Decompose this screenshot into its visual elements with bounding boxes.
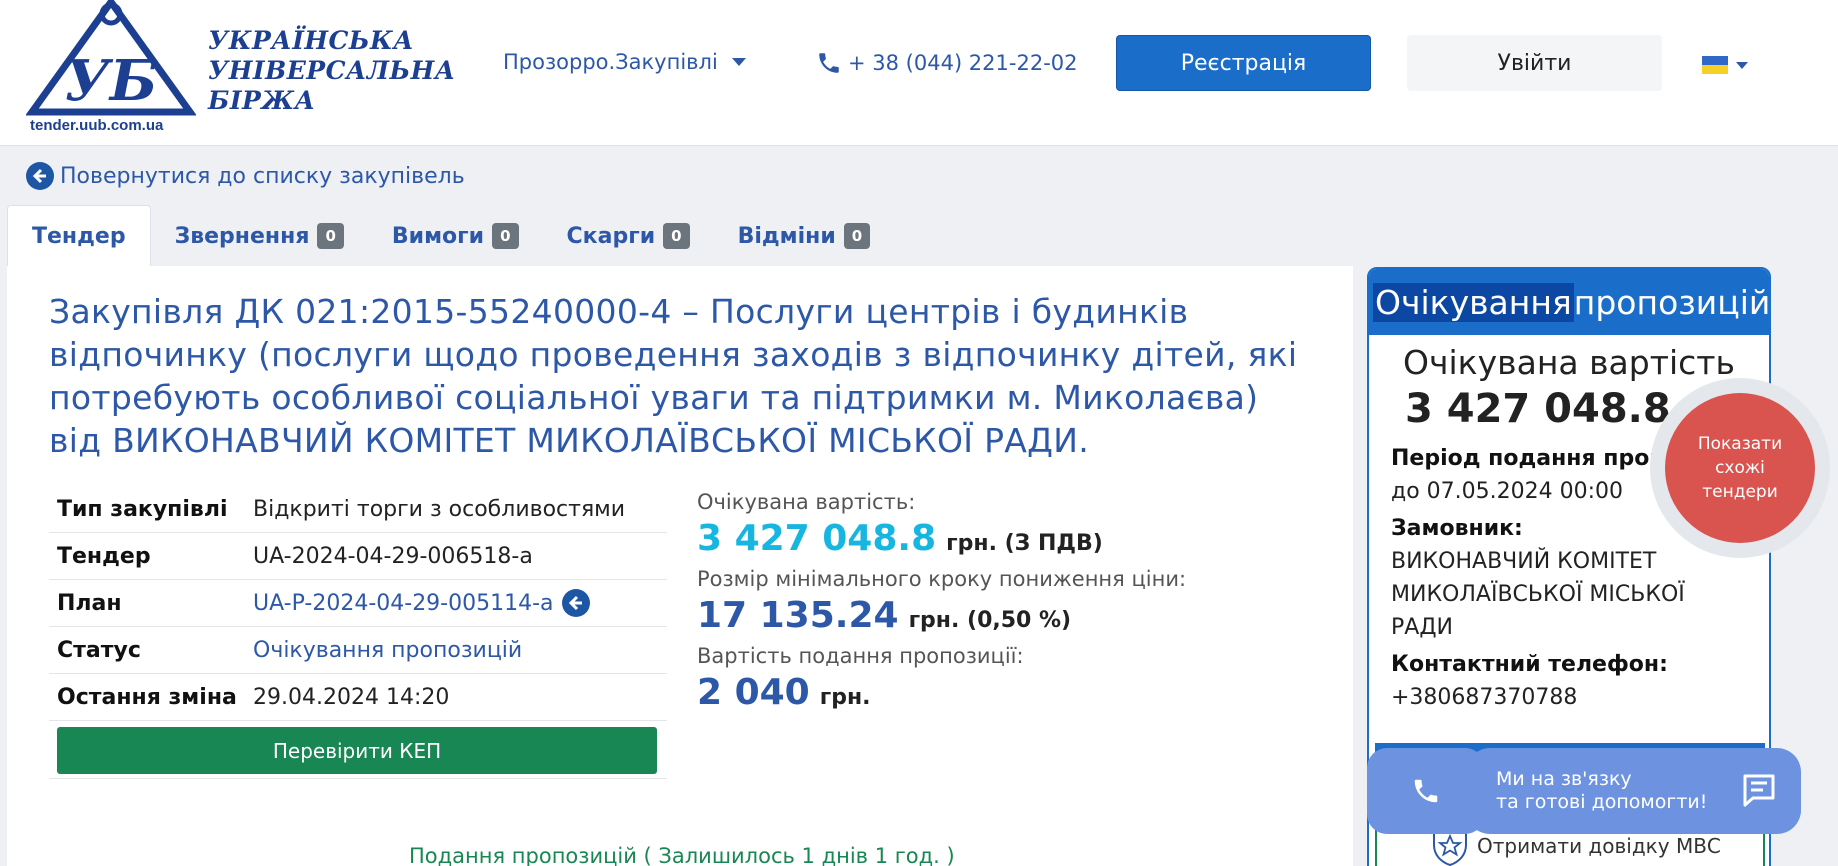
contact-block: Контактний телефон: +380687370788 xyxy=(1369,648,1769,714)
info-value: UA-2024-04-29-006518-a xyxy=(253,543,533,569)
count-badge: 0 xyxy=(317,223,344,249)
tab-label: Скарги xyxy=(566,223,656,249)
chevron-down-icon xyxy=(731,58,746,66)
expected-amount: 3 427 048.8 xyxy=(697,518,937,559)
table-row: Тендер UA-2024-04-29-006518-a xyxy=(49,533,667,580)
svg-text:УБ: УБ xyxy=(64,48,157,114)
table-row: План UA-P-2024-04-29-005114-a xyxy=(49,580,667,627)
info-key: Статус xyxy=(57,637,141,663)
bid-cost: 2 040 грн. xyxy=(697,672,1186,713)
info-key: План xyxy=(57,590,122,616)
price-summary: Очікувана вартість: 3 427 048.8 грн. (З … xyxy=(697,490,1186,721)
back-to-list-link[interactable]: Повернутися до списку закупівель xyxy=(26,162,465,190)
arrow-left-circle-icon xyxy=(26,162,54,190)
min-step-currency: грн. (0,50 %) xyxy=(908,608,1072,633)
expected-title: Очікувана вартість xyxy=(1403,343,1735,382)
logo-mark-icon: УБ xyxy=(26,0,196,116)
plan-link[interactable]: UA-P-2024-04-29-005114-a xyxy=(253,589,590,617)
contact-label: Контактний телефон: xyxy=(1391,652,1668,677)
check-kep-button[interactable]: Перевірити КЕП xyxy=(57,727,657,774)
tab-label: Тендер xyxy=(32,224,126,249)
logo-text: УКРАЇНСЬКА УНІВЕРСАЛЬНА БІРЖА xyxy=(208,26,456,115)
plan-id: UA-P-2024-04-29-005114-a xyxy=(253,590,554,616)
info-value: 29.04.2024 14:20 xyxy=(253,684,450,710)
bid-cost-currency: грн. xyxy=(819,685,871,710)
tab-requirements[interactable]: Вимоги 0 xyxy=(368,205,543,267)
expected-value: 3 427 048.8 грн. (З ПДВ) xyxy=(697,518,1186,559)
deadline-countdown: Подання пропозицій ( Залишилось 1 днів 1… xyxy=(409,844,955,866)
customer-value: ВИКОНАВЧИЙ КОМІТЕТ МИКОЛАЇВСЬКОЇ МІСЬКОЇ… xyxy=(1391,549,1685,640)
show-similar-tenders-button[interactable]: Показати схожі тендери xyxy=(1665,393,1815,543)
count-badge: 0 xyxy=(492,223,519,249)
expected-value-label: Очікувана вартість: xyxy=(697,490,916,514)
language-selector[interactable] xyxy=(1702,56,1748,74)
table-row: Остання зміна 29.04.2024 14:20 xyxy=(49,674,667,721)
bid-cost-amount: 2 040 xyxy=(697,672,810,713)
table-row: Тип закупівлі Відкриті торги з особливос… xyxy=(49,486,667,533)
count-badge: 0 xyxy=(843,223,871,249)
tender-card: Закупівля ДК 021:2015-55240000-4 – Послу… xyxy=(7,266,1353,866)
info-key: Тендер xyxy=(57,543,151,569)
ua-flag-icon xyxy=(1702,56,1728,74)
chat-icon xyxy=(1743,774,1775,807)
min-step: 17 135.24 грн. (0,50 %) xyxy=(697,595,1186,636)
tender-title: Закупівля ДК 021:2015-55240000-4 – Послу… xyxy=(49,292,1298,460)
tab-label: Звернення xyxy=(174,223,310,249)
chat-widget[interactable]: Ми на зв'язку та готові допомогти! xyxy=(1466,748,1801,834)
divider xyxy=(49,778,667,779)
login-button[interactable]: Увійти xyxy=(1407,35,1662,91)
mvs-label: Отримати довідку МВС xyxy=(1477,834,1721,858)
status-link[interactable]: Очікування пропозицій xyxy=(253,638,522,663)
table-row: Статус Очікування пропозицій xyxy=(49,627,667,674)
register-button[interactable]: Реєстрація xyxy=(1116,35,1371,91)
status-highlight: Очікування xyxy=(1373,282,1574,322)
status-rest: пропозицій xyxy=(1573,282,1771,322)
logo-url: tender.uub.com.ua xyxy=(30,117,164,134)
phone-number: + 38 (044) 221-22-02 xyxy=(848,51,1078,75)
tab-complaints[interactable]: Скарги 0 xyxy=(543,205,714,267)
prozorro-dropdown[interactable]: Прозорро.Закупівлі xyxy=(503,50,746,74)
tender-tabs: Тендер Звернення 0 Вимоги 0 Скарги 0 Від… xyxy=(7,205,894,267)
arrow-left-circle-icon xyxy=(561,589,590,617)
info-value: Відкриті торги з особливостями xyxy=(253,496,626,522)
count-badge: 0 xyxy=(663,223,690,249)
info-key: Тип закупівлі xyxy=(57,496,228,522)
min-step-amount: 17 135.24 xyxy=(697,595,899,636)
phone-icon xyxy=(1414,779,1438,803)
phone-icon xyxy=(819,53,839,73)
contact-value: +380687370788 xyxy=(1391,685,1578,710)
status-header: Очікування пропозицій xyxy=(1369,269,1769,335)
chevron-down-icon xyxy=(1736,61,1748,69)
prozorro-label: Прозорро.Закупівлі xyxy=(503,50,718,74)
tab-appeals[interactable]: Звернення 0 xyxy=(151,205,368,267)
tab-cancellations[interactable]: Відміни 0 xyxy=(714,205,895,267)
logo[interactable]: УБ УКРАЇНСЬКА УНІВЕРСАЛЬНА БІРЖА tender.… xyxy=(26,0,455,140)
expected-currency: грн. (З ПДВ) xyxy=(946,531,1103,556)
tab-tender[interactable]: Тендер xyxy=(7,205,151,267)
site-header: УБ УКРАЇНСЬКА УНІВЕРСАЛЬНА БІРЖА tender.… xyxy=(0,0,1838,146)
bid-cost-label: Вартість подання пропозиції: xyxy=(697,644,1024,668)
back-link-label: Повернутися до списку закупівель xyxy=(60,163,465,189)
min-step-label: Розмір мінімального кроку пониження ціни… xyxy=(697,567,1187,591)
tab-label: Вимоги xyxy=(391,223,485,249)
tab-label: Відміни xyxy=(737,223,836,249)
tender-info-table: Тип закупівлі Відкриті торги з особливос… xyxy=(49,486,667,779)
phone-link[interactable]: + 38 (044) 221-22-02 xyxy=(816,50,1078,76)
info-key: Остання зміна xyxy=(57,684,237,710)
